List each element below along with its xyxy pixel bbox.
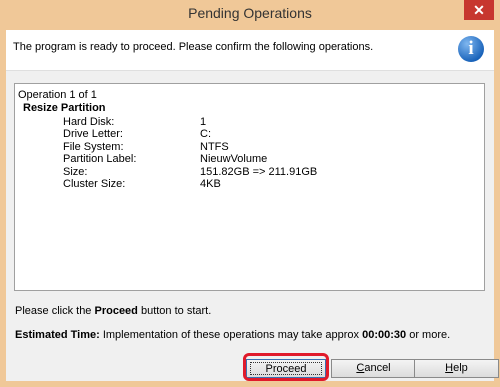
close-button[interactable]: ✕ <box>464 0 494 20</box>
hint-suffix: button to start. <box>137 305 212 317</box>
title-bar: Pending Operations ✕ <box>0 0 500 30</box>
estimate-label: Estimated Time: <box>15 329 100 341</box>
detail-label: Cluster Size: <box>63 177 126 190</box>
operation-counter: Operation 1 of 1 <box>18 89 97 101</box>
detail-value: 1 <box>200 116 207 128</box>
detail-value: NieuwVolume <box>200 153 268 166</box>
estimate-tail: or more. <box>406 329 451 341</box>
proceed-hint: Please click the Proceed button to start… <box>15 305 211 317</box>
pending-operations-window: Pending Operations ✕ The program is read… <box>0 0 500 387</box>
help-accelerator: H <box>445 362 454 374</box>
dialog-header: The program is ready to proceed. Please … <box>6 30 494 71</box>
detail-value: 4KB <box>200 177 221 190</box>
dialog-client-area: The program is ready to proceed. Please … <box>6 30 499 381</box>
estimate-time-value: 00:00:30 <box>362 329 407 341</box>
detail-label: Hard Disk: <box>63 116 115 128</box>
cancel-label-rest: ancel <box>364 362 391 374</box>
estimate-text: Implementation of these operations may t… <box>99 329 363 341</box>
header-message: The program is ready to proceed. Please … <box>13 41 374 53</box>
detail-label: Drive Letter: <box>63 128 123 141</box>
detail-label: Size: <box>63 165 88 178</box>
window-title: Pending Operations <box>188 5 312 21</box>
operations-list-panel: Operation 1 of 1 Resize Partition Hard D… <box>14 83 485 291</box>
cancel-button[interactable]: Cancel <box>331 359 416 378</box>
operation-title: Resize Partition <box>23 102 106 114</box>
proceed-button-label: Proceed <box>250 362 322 375</box>
info-icon: i <box>458 36 484 62</box>
detail-label: File System: <box>63 140 124 153</box>
help-label-rest: elp <box>453 362 468 374</box>
help-button[interactable]: Help <box>414 359 499 378</box>
proceed-button[interactable]: Proceed <box>246 359 326 378</box>
detail-value: 151.82GB => 211.91GB <box>200 165 318 178</box>
detail-value: C: <box>200 128 211 141</box>
hint-proceed-word: Proceed <box>94 305 138 317</box>
estimated-time: Estimated Time: Implementation of these … <box>15 329 450 341</box>
detail-label: Partition Label: <box>63 153 137 166</box>
detail-value: NTFS <box>200 140 229 153</box>
hint-prefix: Please click the <box>15 305 95 317</box>
